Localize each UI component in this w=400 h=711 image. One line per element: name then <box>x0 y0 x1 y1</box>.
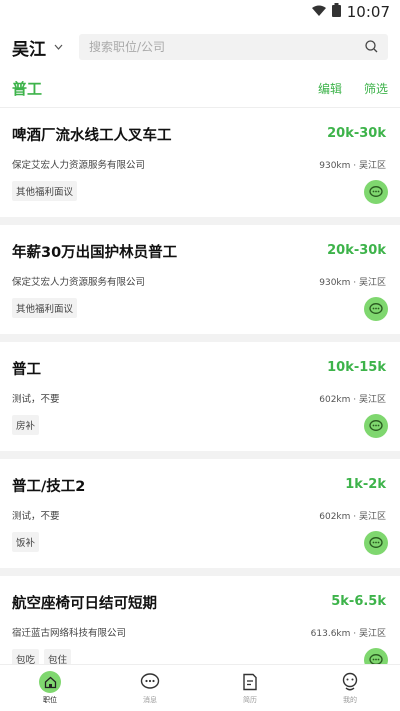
search-bar[interactable] <box>79 34 388 60</box>
category-bar: 普工 编辑 筛选 <box>0 70 400 108</box>
city-selector[interactable]: 吴江 <box>12 35 63 60</box>
job-salary: 20k-30k <box>327 126 386 141</box>
job-salary: 1k-2k <box>345 477 386 492</box>
filter-button[interactable]: 筛选 <box>364 80 388 97</box>
city-label: 吴江 <box>12 39 46 60</box>
status-bar: 10:07 <box>0 0 400 24</box>
job-location: 613.6km · 吴江区 <box>310 629 386 639</box>
tab-profile[interactable]: 我的 <box>300 665 400 711</box>
job-tag: 饭补 <box>12 532 40 552</box>
job-tag: 包住 <box>44 649 72 664</box>
battery-icon <box>331 2 341 21</box>
job-tag: 包吃 <box>12 649 40 664</box>
chat-button[interactable] <box>364 180 388 204</box>
category-tab[interactable]: 普工 <box>12 78 42 99</box>
job-card[interactable]: 年薪30万出国护林员普工 20k-30k 保定艾宏人力资源服务有限公司 930k… <box>0 225 400 334</box>
job-card[interactable]: 普工/技工2 1k-2k 测试，不要 602km · 吴江区 饭补 <box>0 459 400 568</box>
chevron-down-icon <box>54 42 63 53</box>
job-location: 602km · 吴江区 <box>319 395 386 405</box>
job-tag: 房补 <box>12 415 40 435</box>
job-salary: 20k-30k <box>327 243 386 258</box>
job-card[interactable]: 啤酒厂流水线工人叉车工 20k-30k 保定艾宏人力资源服务有限公司 930km… <box>0 108 400 217</box>
bottom-tab-bar: 职位 消息 简历 我的 <box>0 664 400 711</box>
job-title: 普工/技工2 <box>12 479 86 495</box>
tab-label: 消息 <box>143 696 157 704</box>
job-location: 602km · 吴江区 <box>319 512 386 522</box>
tab-label: 简历 <box>243 696 257 704</box>
chat-button[interactable] <box>364 414 388 438</box>
job-card[interactable]: 普工 10k-15k 测试，不要 602km · 吴江区 房补 <box>0 342 400 451</box>
job-card[interactable]: 航空座椅可日结可短期 5k-6.5k 宿迁蓝古网络科技有限公司 613.6km … <box>0 576 400 664</box>
resume-icon <box>239 671 261 693</box>
chat-icon <box>369 651 383 664</box>
tab-jobs[interactable]: 职位 <box>0 665 100 711</box>
job-location: 930km · 吴江区 <box>319 278 386 288</box>
tab-label: 职位 <box>43 696 57 704</box>
chat-icon <box>369 417 383 436</box>
job-tag: 其他福利面议 <box>12 298 78 318</box>
search-icon[interactable] <box>365 38 378 57</box>
clock: 10:07 <box>346 2 390 21</box>
job-tag: 其他福利面议 <box>12 181 78 201</box>
edit-button[interactable]: 编辑 <box>318 80 342 97</box>
job-salary: 10k-15k <box>327 360 386 375</box>
home-icon <box>39 671 61 693</box>
chat-button[interactable] <box>364 297 388 321</box>
tab-label: 我的 <box>343 696 357 704</box>
tab-resume[interactable]: 简历 <box>200 665 300 711</box>
job-salary: 5k-6.5k <box>331 594 386 609</box>
header: 吴江 <box>0 24 400 70</box>
chat-icon <box>369 534 383 553</box>
job-location: 930km · 吴江区 <box>319 161 386 171</box>
search-input[interactable] <box>89 40 365 54</box>
chat-button[interactable] <box>364 531 388 555</box>
chat-icon <box>369 183 383 202</box>
chat-icon <box>369 300 383 319</box>
job-list: 啤酒厂流水线工人叉车工 20k-30k 保定艾宏人力资源服务有限公司 930km… <box>0 108 400 664</box>
wifi-icon <box>311 2 326 21</box>
message-icon <box>139 671 161 693</box>
profile-icon <box>339 671 361 693</box>
tab-messages[interactable]: 消息 <box>100 665 200 711</box>
